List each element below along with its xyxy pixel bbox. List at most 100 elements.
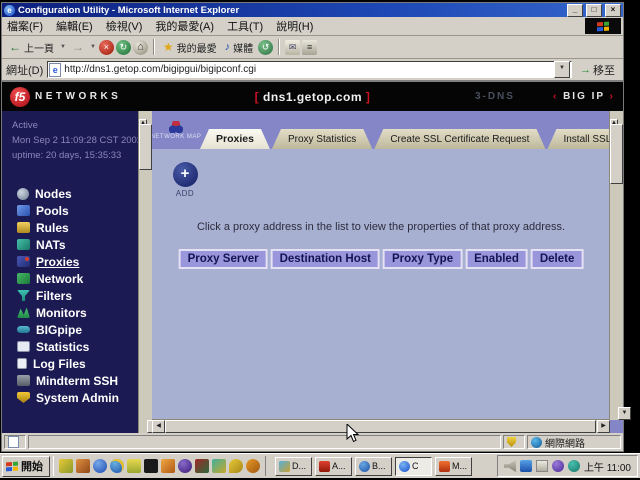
task-button-5[interactable]: M... [435, 457, 472, 476]
close-button[interactable]: × [605, 4, 621, 17]
messenger-icon[interactable] [520, 460, 532, 472]
mouse-cursor [346, 424, 359, 445]
sidebar-item-rules[interactable]: Rules [2, 219, 152, 236]
media-label: 媒體 [233, 40, 253, 55]
taskbar-clock[interactable]: 上午 11:00 [584, 459, 631, 474]
sidebar-item-label: Proxies [36, 255, 79, 269]
sidebar-item-system-admin[interactable]: System Admin [2, 389, 152, 406]
network-map-button[interactable]: NETWORK MAP [152, 111, 200, 149]
pools-icon [17, 205, 30, 216]
tab-proxies[interactable]: Proxies [200, 129, 270, 149]
volume-icon[interactable] [504, 460, 516, 472]
quicklaunch-icon-9[interactable] [195, 459, 209, 473]
media-button[interactable]: ♪ 媒體 [222, 39, 257, 56]
go-button[interactable]: → 移至 [576, 62, 619, 78]
main-vertical-scrollbar[interactable]: ▲ ▼ [609, 111, 623, 420]
address-dropdown[interactable]: ▼ [554, 61, 570, 78]
quicklaunch-icon-12[interactable] [246, 459, 260, 473]
stop-button[interactable]: × [99, 40, 114, 55]
sidebar-item-pools[interactable]: Pools [2, 202, 152, 219]
scroll-left-icon[interactable]: ◀ [152, 420, 165, 433]
minimize-button[interactable]: _ [567, 4, 583, 17]
main-scroll-thumb[interactable] [610, 124, 623, 184]
display-icon[interactable] [536, 460, 548, 472]
back-icon: ← [9, 41, 21, 53]
tab-install-ssl-certificate[interactable]: Install SSL Certifi [547, 129, 610, 149]
plus-icon[interactable]: + [173, 162, 198, 187]
forward-dropdown[interactable]: ▼ [89, 44, 97, 50]
sidebar-status-block: Active Mon Sep 2 11:09:28 CST 2002 uptim… [2, 111, 152, 163]
sidebar-item-monitors[interactable]: Monitors [2, 304, 152, 321]
app-tray-icon[interactable] [552, 460, 564, 472]
address-input[interactable]: http://dns1.getop.com/bigipgui/bigipconf… [47, 61, 572, 78]
refresh-button[interactable]: ↻ [116, 40, 131, 55]
sidebar-item-proxies[interactable]: Proxies [2, 253, 152, 270]
tab-create-ssl-certificate-request[interactable]: Create SSL Certificate Request [374, 129, 545, 149]
forward-button[interactable]: → [69, 40, 87, 54]
sidebar-item-bigpipe[interactable]: BIGpipe [2, 321, 152, 338]
sidebar-item-mindterm-ssh[interactable]: Mindterm SSH [2, 372, 152, 389]
menu-file[interactable]: 檔案(F) [7, 18, 43, 34]
horizontal-scroll-thumb[interactable] [165, 420, 596, 433]
menu-tools[interactable]: 工具(T) [227, 18, 263, 34]
quicklaunch-icon-7[interactable] [161, 459, 175, 473]
quicklaunch-icon-3[interactable] [93, 459, 107, 473]
favorites-button[interactable]: ★ 我的最愛 [160, 39, 220, 56]
task-button-4-active[interactable]: C [395, 457, 432, 476]
task-button-3[interactable]: B... [355, 457, 392, 476]
bigpipe-icon [17, 326, 30, 333]
quick-launch [53, 456, 266, 476]
quicklaunch-icon-11[interactable] [229, 459, 243, 473]
sidebar-item-nats[interactable]: NATs [2, 236, 152, 253]
scroll-down-icon[interactable]: ▼ [618, 407, 631, 420]
address-label: 網址(D) [6, 62, 43, 78]
brand-right: 3-DNS BIG IP [475, 91, 615, 102]
task-button-1[interactable]: D... [275, 457, 312, 476]
title-bar[interactable]: e Configuration Utility - Microsoft Inte… [2, 3, 623, 17]
maximize-button[interactable]: □ [586, 4, 602, 17]
add-proxy-button[interactable]: + ADD [170, 162, 200, 198]
ie-throbber [585, 18, 621, 34]
print-button[interactable]: ≡ [302, 40, 317, 55]
quicklaunch-icon-4[interactable] [110, 459, 124, 473]
sidebar-item-label: Mindterm SSH [36, 374, 118, 388]
menu-edit[interactable]: 編輯(E) [56, 18, 93, 34]
ie-logo-icon: e [4, 5, 15, 16]
sidebar-scrollbar[interactable]: ▲ ▼ [138, 111, 152, 433]
menu-help[interactable]: 說明(H) [276, 18, 313, 34]
mail-button[interactable]: ✉ [285, 40, 300, 55]
menu-view[interactable]: 檢視(V) [106, 18, 143, 34]
windows-flag-icon [597, 21, 609, 31]
history-button[interactable]: ↺ [258, 40, 273, 55]
menu-favorites[interactable]: 我的最愛(A) [155, 18, 214, 34]
taskbar: 開始 D... A... B... C M... [0, 453, 640, 478]
quicklaunch-icon-2[interactable] [76, 459, 90, 473]
main-horizontal-scrollbar[interactable]: ◀ ▶ [152, 419, 610, 433]
start-button[interactable]: 開始 [2, 456, 50, 477]
sidebar-item-label: BIGpipe [36, 323, 82, 337]
sidebar-item-log-files[interactable]: Log Files [2, 355, 152, 372]
column-enabled: Enabled [465, 249, 528, 269]
tab-proxy-statistics[interactable]: Proxy Statistics [272, 129, 372, 149]
home-button[interactable]: ⌂ [133, 40, 148, 55]
antivirus-icon[interactable] [568, 460, 580, 472]
quicklaunch-icon-10[interactable] [212, 459, 226, 473]
quicklaunch-icon-1[interactable] [59, 459, 73, 473]
system-admin-icon [17, 392, 30, 403]
toolbar-separator [153, 39, 155, 55]
quicklaunch-icon-5[interactable] [127, 459, 141, 473]
sidebar-item-label: Rules [36, 221, 69, 235]
quicklaunch-icon-8[interactable] [178, 459, 192, 473]
document-icon [8, 436, 19, 448]
scroll-right-icon[interactable]: ▶ [597, 420, 610, 433]
sidebar-item-statistics[interactable]: Statistics [2, 338, 152, 355]
media-icon: ♪ [225, 41, 231, 53]
sidebar-item-filters[interactable]: Filters [2, 287, 152, 304]
task-button-2[interactable]: A... [315, 457, 352, 476]
sidebar-item-nodes[interactable]: Nodes [2, 185, 152, 202]
back-button[interactable]: ← 上一頁 [6, 39, 57, 56]
sidebar-scroll-thumb[interactable] [139, 124, 152, 170]
sidebar-item-network[interactable]: Network [2, 270, 152, 287]
quicklaunch-icon-6[interactable] [144, 459, 158, 473]
back-dropdown[interactable]: ▼ [59, 44, 67, 50]
